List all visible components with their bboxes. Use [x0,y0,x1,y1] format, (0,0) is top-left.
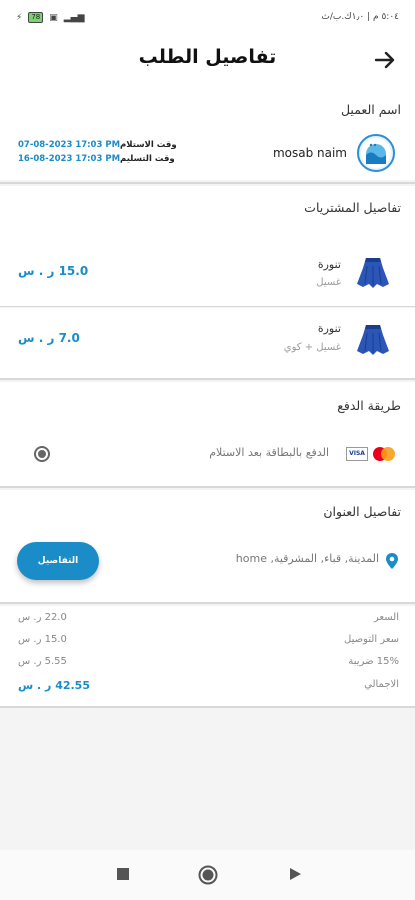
purchases-section-title: تفاصيل المشتريات [304,200,401,215]
summary-row-delivery: سعر التوصيل 15.0 ر. س [0,634,415,654]
back-arrow-icon[interactable] [373,48,397,72]
summary-section: السعر 22.0 ر. س سعر التوصيل 15.0 ر. س 15… [0,606,415,706]
summary-value: 15.0 ر. س [18,634,67,645]
receipt-time: 07-08-2023 17:03 PMوقت الاستلام [18,140,177,150]
purchases-section: تفاصيل المشتريات تنورة غسيل 15.0 ر . س [0,186,415,306]
summary-label: السعر [373,612,399,623]
summary-row-price: السعر 22.0 ر. س [0,612,415,632]
address-section-title: تفاصيل العنوان [323,504,401,519]
summary-label: سعر التوصيل [344,634,399,645]
signal-icon: ▂▄▆ [63,12,85,23]
divider [0,306,415,307]
avatar-washing-machine-icon [361,138,391,168]
address-section: تفاصيل العنوان المدينة, قباء, المشرقية, … [0,490,415,602]
divider [0,182,415,184]
divider [0,706,415,708]
avatar [357,134,395,172]
summary-label: 15% ضريبة [348,656,399,667]
payment-option-label: الدفع بالبطاقة بعد الاستلام [209,446,329,459]
address-text: المدينة, قباء, المشرقية, home [235,552,379,565]
payment-section: طريقة الدفع VISA الدفع بالبطاقة بعد الاس… [0,382,415,486]
location-pin-icon [386,553,398,569]
customer-section: اسم العميل mosab naim 07-08-2023 17:03 P… [0,88,415,180]
payment-radio[interactable] [34,446,50,462]
summary-label: الاجمالي [364,679,399,690]
status-icons: ⚡ 78 ▣ ▂▄▆ [16,12,85,23]
divider [0,378,415,380]
delivery-time-value: 16-08-2023 17:03 PM [18,154,121,164]
skirt-icon [357,325,389,355]
skirt-icon [357,258,389,288]
visa-icon: VISA [346,447,368,461]
mastercard-icon [373,447,395,461]
details-button[interactable]: التفاصيل [17,542,99,580]
status-time: ٥:٠٤ م | ١٫٠ك.ب/ث [321,12,399,22]
purchase-item-row: تنورة غسيل + كوي 7.0 ر . س [0,308,415,378]
divider [0,486,415,488]
product-price: 15.0 ر . س [18,264,89,278]
charging-icon: ⚡ [16,12,23,23]
battery-icon: 78 [28,12,44,23]
customer-name: mosab naim [272,146,347,160]
product-service: غسيل [316,277,341,288]
receipt-time-label: وقت الاستلام [120,140,177,150]
back-triangle-icon[interactable] [288,867,302,881]
app-header: تفاصيل الطلب [0,36,415,88]
delivery-time-label: وقت التسليم [120,154,175,164]
summary-value: 22.0 ر. س [18,612,67,623]
product-service: غسيل + كوي [283,342,341,353]
summary-value: 5.55 ر. س [18,656,67,667]
stop-icon[interactable] [116,867,130,881]
sim-icon: ▣ [49,12,58,23]
delivery-time: 16-08-2023 17:03 PMوقت التسليم [18,154,175,164]
product-price: 7.0 ر . س [18,331,80,345]
system-nav-bar [0,850,415,900]
card-logos: VISA [346,446,397,462]
product-name: تنورة [317,258,341,271]
status-bar: ⚡ 78 ▣ ▂▄▆ ٥:٠٤ م | ١٫٠ك.ب/ث [0,0,415,36]
summary-row-total: الاجمالي 42.55 ر . س [0,679,415,699]
product-name: تنورة [317,322,341,335]
divider [0,602,415,604]
summary-row-tax: 15% ضريبة 5.55 ر. س [0,656,415,676]
receipt-time-value: 07-08-2023 17:03 PM [18,140,121,150]
payment-section-title: طريقة الدفع [337,398,401,413]
home-icon[interactable] [198,865,218,885]
page-title: تفاصيل الطلب [138,46,277,68]
customer-section-title: اسم العميل [340,102,401,117]
summary-total-value: 42.55 ر . س [18,679,90,692]
